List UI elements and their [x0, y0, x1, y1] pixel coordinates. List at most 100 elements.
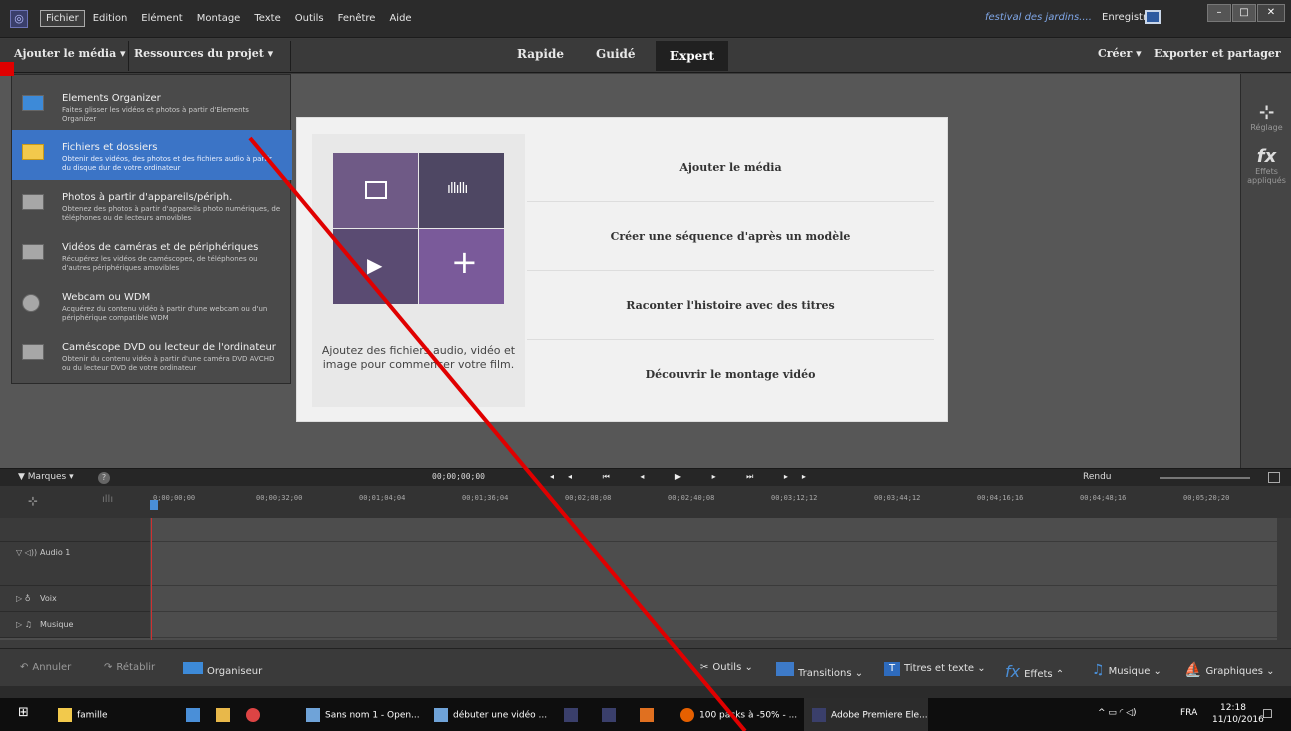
menu-edition[interactable]: Edition: [87, 10, 134, 27]
dropdown-item-files-folders[interactable]: Fichiers et dossiers Obtenir des vidéos,…: [12, 130, 292, 180]
redo-label: Rétablir: [116, 662, 156, 673]
render-button[interactable]: Rendu: [1083, 472, 1112, 482]
ruler-tick: 00;03;12;12: [771, 494, 818, 502]
language-indicator[interactable]: FRA: [1180, 708, 1197, 718]
music-note-icon[interactable]: ▷ ♫: [16, 620, 32, 629]
dropdown-item-title: Photos à partir d'appareils/périph.: [62, 192, 233, 203]
menu-outils[interactable]: Outils: [289, 10, 330, 27]
minimize-icon[interactable]: –: [1207, 4, 1231, 22]
track-lane[interactable]: [152, 518, 1277, 542]
project-resources-button[interactable]: Ressources du projet ▾: [134, 47, 273, 60]
taskbar-label: Adobe Premiere Ele...: [831, 710, 928, 721]
maximize-icon[interactable]: □: [1232, 4, 1256, 22]
track-lane-voix[interactable]: [152, 586, 1277, 612]
dropdown-item-webcam[interactable]: Webcam ou WDM Acquérez du contenu vidéo …: [12, 280, 292, 330]
taskbar-media-icon[interactable]: [640, 708, 659, 722]
tools-button[interactable]: ✂ Outils ⌄: [700, 662, 753, 673]
timeline-ruler[interactable]: ⊹ ıllı 0;00;00;00 00;00;32;00 00;01;04;0…: [0, 486, 1291, 518]
taskbar-chrome-icon[interactable]: [246, 708, 265, 722]
dropdown-item-elements-organizer[interactable]: Elements Organizer Faites glisser les vi…: [12, 81, 292, 131]
undo-button[interactable]: ↶ Annuler: [20, 662, 71, 673]
tray-icons[interactable]: ^ ▭ ◜ ◁): [1098, 708, 1137, 718]
clock-time[interactable]: 12:18: [1220, 703, 1246, 713]
mode-expert-tab[interactable]: Expert: [656, 41, 728, 71]
track-header-voix[interactable]: ▷ ♁ Voix: [0, 586, 150, 612]
dropdown-item-desc: Faites glisser les vidéos et photos à pa…: [62, 106, 249, 123]
graphics-button[interactable]: ⛵ Graphiques ⌄: [1184, 662, 1275, 678]
markers-button[interactable]: ▼ Marques ▾: [18, 472, 74, 482]
playhead-handle[interactable]: [150, 500, 158, 510]
speaker-icon[interactable]: ▽ ◁)): [16, 548, 37, 557]
add-media-button[interactable]: Ajouter le média ▾: [14, 47, 126, 60]
expand-icon[interactable]: [1268, 472, 1280, 483]
windows-start-icon[interactable]: ⊞: [18, 705, 29, 720]
taskbar-item-famille[interactable]: famille: [58, 708, 108, 722]
microphone-icon[interactable]: ▷ ♁: [16, 594, 31, 603]
menu-items: Fichier Edition Elément Montage Texte Ou…: [40, 10, 418, 27]
effects-button[interactable]: fx Effets ⌃: [1005, 662, 1064, 681]
organizer-button[interactable]: Organiseur: [183, 662, 262, 677]
titles-label: Titres et texte ⌄: [904, 663, 986, 674]
track-header-audio1[interactable]: ▽ ◁)) Audio 1: [0, 542, 150, 586]
export-share-button[interactable]: Exporter et partager: [1154, 47, 1281, 60]
mode-rapide-tab[interactable]: Rapide: [517, 47, 564, 61]
transport-controls[interactable]: ◂◂ ⏮ ◂ ▶ ▸ ⏭ ▸▸: [550, 472, 820, 482]
dropdown-item-video-devices[interactable]: Vidéos de caméras et de périphériques Ré…: [12, 230, 292, 280]
transitions-button[interactable]: Transitions ⌄: [776, 662, 863, 679]
audio-wave-icon[interactable]: ıllı: [102, 494, 113, 505]
vertical-scrollbar[interactable]: [1277, 518, 1291, 640]
add-thumb[interactable]: +: [419, 229, 504, 304]
status-strip: [0, 686, 1291, 698]
taskbar-app-icon[interactable]: [186, 708, 205, 722]
titles-button[interactable]: T Titres et texte ⌄: [884, 662, 986, 676]
applied-effects-button[interactable]: fx Effets appliqués: [1241, 146, 1291, 185]
app-icon: [186, 708, 200, 722]
dropdown-item-dvd[interactable]: Caméscope DVD ou lecteur de l'ordinateur…: [12, 330, 292, 380]
track-lane-musique[interactable]: [152, 612, 1277, 638]
premiere-logo-icon[interactable]: ◎: [10, 10, 28, 28]
close-icon[interactable]: ✕: [1257, 4, 1285, 22]
menu-aide[interactable]: Aide: [383, 10, 417, 27]
welcome-caption: Ajoutez des fichiers audio, vidéo et ima…: [321, 344, 516, 371]
music-button[interactable]: ♫ Musique ⌄: [1092, 662, 1162, 678]
welcome-left-panel: ıllıllı ▶ + Ajoutez des fichiers audio, …: [312, 134, 525, 407]
adjust-panel-button[interactable]: ⊹ Réglage: [1241, 102, 1291, 132]
taskbar-item-premiere[interactable]: Adobe Premiere Ele...: [812, 708, 928, 722]
welcome-option-titles[interactable]: Raconter l'histoire avec des titres: [527, 272, 934, 340]
clock-date[interactable]: 11/10/2016: [1212, 715, 1264, 725]
zoom-slider[interactable]: [1160, 477, 1250, 479]
menu-montage[interactable]: Montage: [191, 10, 247, 27]
track-lane-audio1[interactable]: [152, 542, 1277, 586]
track-header-musique[interactable]: ▷ ♫ Musique: [0, 612, 150, 638]
welcome-option-template[interactable]: Créer une séquence d'après un modèle: [527, 203, 934, 271]
menu-element[interactable]: Elément: [135, 10, 188, 27]
welcome-option-learn[interactable]: Découvrir le montage vidéo: [527, 341, 934, 409]
taskbar-explorer-icon[interactable]: [216, 708, 235, 722]
notifications-icon[interactable]: ☐: [1262, 707, 1273, 721]
taskbar-item-video-doc[interactable]: débuter une vidéo ...: [434, 708, 547, 722]
track-settings-icon[interactable]: ⊹: [28, 494, 38, 508]
help-icon[interactable]: ?: [98, 472, 110, 484]
taskbar-organizer-icon[interactable]: [602, 708, 621, 722]
redo-button[interactable]: ↷ Rétablir: [104, 662, 155, 673]
webcam-icon: [22, 294, 40, 312]
fullscreen-monitor-icon[interactable]: [1145, 10, 1161, 24]
timecode[interactable]: 00;00;00;00: [432, 472, 485, 481]
taskbar-label: débuter une vidéo ...: [453, 710, 548, 721]
menu-fichier[interactable]: Fichier: [40, 10, 85, 27]
track-name: Audio 1: [40, 548, 71, 557]
taskbar-item-openoffice[interactable]: Sans nom 1 - Open...: [306, 708, 420, 722]
annotation-marker: [0, 62, 14, 76]
welcome-option-add-media[interactable]: Ajouter le média: [527, 134, 934, 202]
mode-guide-tab[interactable]: Guidé: [596, 47, 636, 61]
project-title[interactable]: festival des jardins....: [985, 12, 1092, 23]
taskbar-item-firefox[interactable]: 100 packs à -50% - ...: [680, 708, 797, 722]
dropdown-item-photo-devices[interactable]: Photos à partir d'appareils/périph. Obte…: [12, 180, 292, 230]
taskbar-premiere-icon[interactable]: [564, 708, 583, 722]
menu-fenetre[interactable]: Fenêtre: [332, 10, 382, 27]
track-header[interactable]: [0, 518, 150, 542]
create-button[interactable]: Créer ▾: [1098, 47, 1142, 60]
menu-texte[interactable]: Texte: [248, 10, 286, 27]
undo-icon: ↶: [20, 662, 29, 673]
ruler-tick: 00;02;08;08: [565, 494, 612, 502]
